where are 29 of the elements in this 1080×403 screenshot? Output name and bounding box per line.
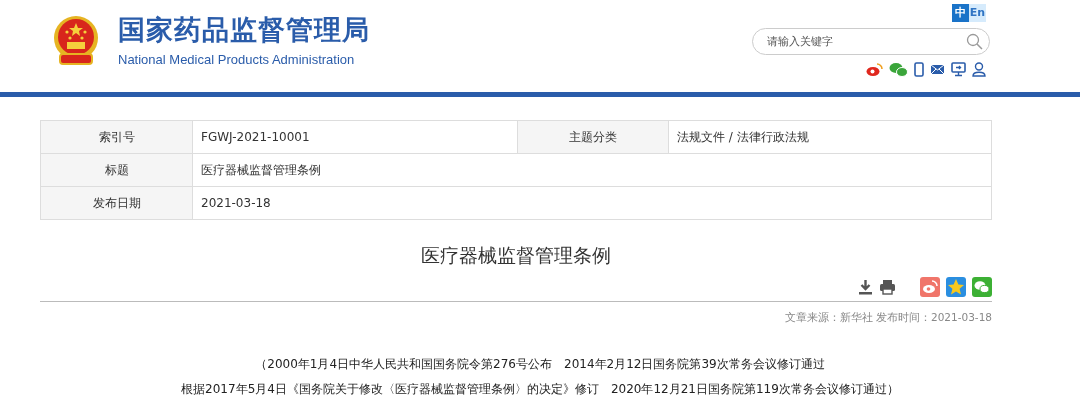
document-note: （2000年1月4日中华人民共和国国务院令第276号公布 2014年2月12日国务院第39次常务会议修订通过 xyxy=(254,356,826,373)
field-label: 标题 xyxy=(41,154,193,187)
field-label: 索引号 xyxy=(41,121,193,154)
article-source: 文章来源：新华社 发布时间：2021-03-18 xyxy=(783,310,992,325)
mail-icon[interactable] xyxy=(930,62,945,77)
field-label: 主题分类 xyxy=(518,121,669,154)
field-label: 发布日期 xyxy=(41,187,193,220)
weibo-icon[interactable] xyxy=(866,62,883,77)
search-icon[interactable] xyxy=(966,33,983,50)
article-title: 医疗器械监督管理条例 xyxy=(420,243,612,268)
language-tab[interactable]: 中 xyxy=(952,4,969,22)
site-subtitle: National Medical Products Administration xyxy=(118,52,356,68)
field-value: 2021-03-18 xyxy=(193,187,992,220)
field-value: 医疗器械监督管理条例 xyxy=(193,154,992,187)
document-note: 根据2017年5月4日《国务院关于修改〈医疗器械监督管理条例〉的决定》修订 2020年12月21日国务院第119次常务会议修订通过） xyxy=(180,381,900,398)
star-share-icon[interactable] xyxy=(946,277,966,297)
user-icon[interactable] xyxy=(972,62,986,77)
field-value: 法规文件 / 法律行政法规 xyxy=(669,121,992,154)
weibo-share-icon[interactable] xyxy=(920,277,940,297)
wechat-share-icon[interactable] xyxy=(972,277,992,297)
language-tab[interactable]: En xyxy=(969,4,986,22)
print-icon[interactable] xyxy=(879,279,896,295)
download-icon[interactable] xyxy=(858,279,873,295)
field-value: FGWJ-2021-10001 xyxy=(193,121,518,154)
monitor-icon[interactable] xyxy=(951,62,966,77)
wechat-icon[interactable] xyxy=(889,62,908,77)
search-field[interactable]: 请输入关键字 xyxy=(752,28,990,55)
phone-icon[interactable] xyxy=(914,62,924,77)
site-title: 国家药品监督管理局 xyxy=(118,14,370,46)
